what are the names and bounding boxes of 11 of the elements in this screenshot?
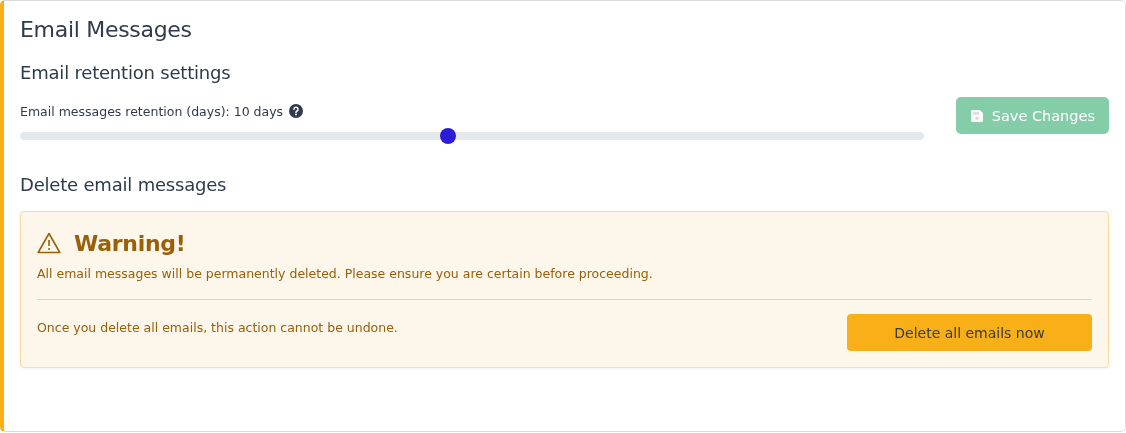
warning-icon <box>37 232 61 254</box>
help-icon[interactable] <box>289 104 304 118</box>
warning-note: Once you delete all emails, this action cannot be undone. <box>37 320 398 335</box>
delete-all-button[interactable]: Delete all emails now <box>847 314 1092 351</box>
section-heading: Delete email messages <box>20 174 228 195</box>
card-title: Email Messages <box>20 17 193 44</box>
warning-message: All email messages will be permanently deleted. Please ensure you are certain before proceeding. <box>37 266 654 281</box>
warning-title: Warning! <box>74 230 186 256</box>
slider-thumb[interactable] <box>440 128 457 144</box>
slider-label: Email messages retention (days): 10 days <box>20 103 284 119</box>
section-heading: Email retention settings <box>20 62 232 83</box>
